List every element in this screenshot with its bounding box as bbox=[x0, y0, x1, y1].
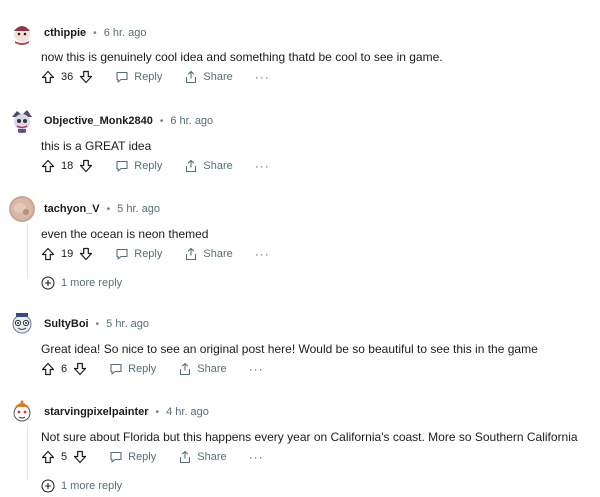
comment-author[interactable]: tachyon_V bbox=[44, 203, 100, 215]
comment-bubble-icon bbox=[116, 160, 128, 172]
comment-body: Not sure about Florida but this happens … bbox=[41, 430, 578, 444]
vote-count: 5 bbox=[61, 451, 68, 463]
separator-dot: • bbox=[155, 406, 160, 418]
thread-line bbox=[27, 223, 28, 278]
upvote-icon[interactable] bbox=[41, 450, 55, 464]
comment-actions: 36 Reply Share ··· bbox=[41, 69, 270, 85]
comment-bubble-icon bbox=[110, 451, 122, 463]
downvote-icon[interactable] bbox=[79, 159, 93, 173]
more-replies-label: 1 more reply bbox=[61, 480, 123, 492]
avatar[interactable] bbox=[9, 196, 35, 222]
vote-count: 36 bbox=[61, 71, 74, 83]
comment-body: this is a GREAT idea bbox=[41, 139, 152, 153]
comment-actions: 18 Reply Share ··· bbox=[41, 158, 270, 174]
share-icon bbox=[186, 247, 197, 261]
more-options-button[interactable]: ··· bbox=[255, 71, 270, 83]
share-icon bbox=[180, 450, 191, 464]
reply-button[interactable]: Reply bbox=[115, 159, 162, 173]
reply-label: Reply bbox=[134, 160, 163, 172]
comment-time: 4 hr. ago bbox=[166, 406, 209, 418]
comment-bubble-icon bbox=[116, 248, 128, 260]
downvote-icon[interactable] bbox=[73, 362, 87, 376]
upvote-icon[interactable] bbox=[41, 247, 55, 261]
share-label: Share bbox=[203, 71, 233, 83]
thread-line bbox=[27, 425, 28, 480]
downvote-icon[interactable] bbox=[79, 70, 93, 84]
comment-time: 5 hr. ago bbox=[117, 203, 160, 215]
comment-author[interactable]: cthippie bbox=[44, 27, 86, 39]
avatar[interactable] bbox=[9, 398, 35, 424]
comment-author[interactable]: Objective_Monk2840 bbox=[44, 115, 153, 127]
more-options-button[interactable]: ··· bbox=[255, 248, 270, 260]
downvote-icon[interactable] bbox=[73, 450, 87, 464]
comment-author[interactable]: SultyBoi bbox=[44, 318, 89, 330]
share-button[interactable]: Share bbox=[184, 159, 233, 173]
expand-plus-icon bbox=[41, 479, 55, 493]
more-replies-link[interactable]: 1 more reply bbox=[41, 479, 122, 493]
more-replies-link[interactable]: 1 more reply bbox=[41, 276, 122, 290]
vote-group: 18 bbox=[41, 159, 93, 173]
comment-bubble-icon bbox=[116, 71, 128, 83]
vote-count: 19 bbox=[61, 248, 74, 260]
reply-button[interactable]: Reply bbox=[109, 362, 156, 376]
separator-dot: • bbox=[95, 318, 100, 330]
comment-body: Great idea! So nice to see an original p… bbox=[41, 342, 538, 356]
upvote-icon[interactable] bbox=[41, 159, 55, 173]
comment-actions: 19 Reply Share ··· bbox=[41, 246, 270, 262]
avatar[interactable] bbox=[9, 107, 35, 133]
reply-button[interactable]: Reply bbox=[115, 70, 162, 84]
share-label: Share bbox=[203, 248, 233, 260]
comment-bubble-icon bbox=[110, 363, 122, 375]
share-button[interactable]: Share bbox=[178, 362, 227, 376]
expand-plus-icon bbox=[41, 276, 55, 290]
vote-group: 5 bbox=[41, 450, 87, 464]
more-options-button[interactable]: ··· bbox=[249, 451, 264, 463]
comment-time: 6 hr. ago bbox=[103, 27, 147, 39]
share-icon bbox=[186, 70, 197, 84]
share-button[interactable]: Share bbox=[184, 70, 233, 84]
vote-group: 36 bbox=[41, 70, 93, 84]
upvote-icon[interactable] bbox=[41, 362, 55, 376]
share-label: Share bbox=[203, 160, 233, 172]
share-icon bbox=[180, 362, 191, 376]
vote-count: 6 bbox=[61, 363, 68, 375]
vote-group: 6 bbox=[41, 362, 87, 376]
share-icon bbox=[186, 159, 197, 173]
reply-label: Reply bbox=[128, 363, 157, 375]
separator-dot: • bbox=[106, 203, 111, 215]
more-options-button[interactable]: ··· bbox=[255, 160, 270, 172]
comment-actions: 5 Reply Share ··· bbox=[41, 449, 264, 465]
vote-group: 19 bbox=[41, 247, 93, 261]
comment-body: even the ocean is neon themed bbox=[41, 227, 209, 241]
separator-dot: • bbox=[93, 27, 97, 39]
reply-button[interactable]: Reply bbox=[115, 247, 162, 261]
share-label: Share bbox=[197, 451, 227, 463]
comment-body: now this is genuinely cool idea and some… bbox=[41, 50, 443, 64]
avatar[interactable] bbox=[9, 19, 35, 45]
more-options-button[interactable]: ··· bbox=[249, 363, 264, 375]
comment-time: 5 hr. ago bbox=[106, 318, 149, 330]
reply-label: Reply bbox=[128, 451, 157, 463]
avatar[interactable] bbox=[9, 310, 35, 336]
downvote-icon[interactable] bbox=[79, 247, 93, 261]
vote-count: 18 bbox=[61, 160, 74, 172]
comment-actions: 6 Reply Share ··· bbox=[41, 361, 264, 377]
reply-label: Reply bbox=[134, 248, 163, 260]
comment-author[interactable]: starvingpixelpainter bbox=[44, 406, 149, 418]
comment-time: 6 hr. ago bbox=[170, 115, 214, 127]
separator-dot: • bbox=[159, 115, 164, 127]
share-label: Share bbox=[197, 363, 227, 375]
upvote-icon[interactable] bbox=[41, 70, 55, 84]
reply-label: Reply bbox=[134, 71, 163, 83]
more-replies-label: 1 more reply bbox=[61, 277, 123, 289]
reply-button[interactable]: Reply bbox=[109, 450, 156, 464]
share-button[interactable]: Share bbox=[178, 450, 227, 464]
share-button[interactable]: Share bbox=[184, 247, 233, 261]
